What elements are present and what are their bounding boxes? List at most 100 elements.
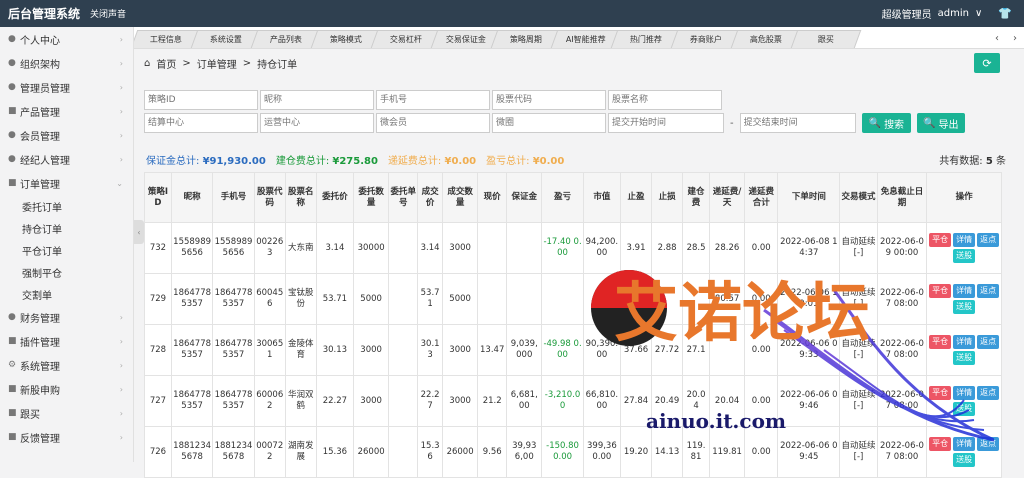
top-navbar: 后台管理系统 关闭声音 超级管理员 admin ∨ 👕 [0,0,1024,27]
details-button[interactable]: 详情 [953,437,976,451]
refresh-button[interactable]: ⟳ [974,53,1000,73]
table-cell: -3,210.00 [541,375,584,427]
tab-item[interactable]: 跟买 [790,30,862,48]
chevron-right-icon: › [119,336,123,346]
table-cell: 2022-06-07 08:00 [876,273,928,325]
table-cell: 28.26 [708,222,746,274]
bonus-share-button[interactable]: 送股 [953,249,976,263]
sidebar-sub-position[interactable]: 持仓订单 [0,217,133,239]
sidebar-sub-entrust[interactable]: 委托订单 [0,195,133,217]
summary-bar: 保证金总计: ¥91,930.00 建仓费总计: ¥275.80 递延费总计: … [146,156,1006,167]
sidebar-item-system[interactable]: ⚙ 系统管理 › [0,353,133,377]
settlement-center-input[interactable] [144,113,258,133]
table-cell: 000722 [253,426,286,478]
sidebar-sub-delivery[interactable]: 交割单 [0,283,133,305]
micro-circle-input[interactable] [492,113,606,133]
table-cell: 5000 [353,273,390,325]
chevron-down-icon[interactable]: ∨ [975,8,982,19]
doc-icon: ■ [8,178,17,188]
column-header: 操作 [926,172,1002,223]
table-cell: 27.1 [682,324,710,376]
phone-input[interactable] [376,90,490,110]
shirt-icon[interactable]: 👕 [998,7,1012,20]
column-header: 现价 [477,172,508,223]
bonus-share-button[interactable]: 送股 [953,402,976,416]
details-button[interactable]: 详情 [953,284,976,298]
table-cell: 3000 [442,375,479,427]
sidebar-sub-forced[interactable]: 强制平仓 [0,261,133,283]
rebate-button[interactable]: 返点 [977,386,1000,400]
start-time-input[interactable] [608,113,724,133]
doc-icon: ■ [8,432,17,442]
close-position-button[interactable]: 平仓 [929,284,952,298]
strategy-id-input[interactable] [144,90,258,110]
username[interactable]: admin [938,8,969,19]
details-button[interactable]: 详情 [953,233,976,247]
table-cell: 18647785357 [212,324,255,376]
table-cell: 300651 [253,324,286,376]
table-cell: 大东南 [284,222,317,274]
table-cell: 27.84 [619,375,653,427]
user-menu[interactable]: 超级管理员 admin ∨ 👕 [882,6,1012,21]
column-header: 手机号 [212,172,255,223]
sidebar-item-feedback[interactable]: ■ 反馈管理 › [0,425,133,449]
export-button[interactable]: 🔍 导出 [917,113,965,133]
column-header: 递延费合计 [744,172,779,223]
sidebar-item-member[interactable]: ● 会员管理 › [0,123,133,147]
table-cell: 0.00 [744,273,779,325]
table-cell: 90,390.00 [582,324,622,376]
actions-cell: 平仓 详情 返点 送股 [926,222,1002,274]
column-header: 递延费/天 [708,172,746,223]
close-position-button[interactable]: 平仓 [929,233,952,247]
table-cell: 20.04 [682,375,710,427]
stock-code-input[interactable] [492,90,606,110]
filter-panel: - 🔍搜索 🔍导出 [144,90,1004,136]
table-cell: 0.00 [744,375,779,427]
breadcrumb-home[interactable]: 首页 [156,56,176,71]
bonus-share-button[interactable]: 送股 [953,300,976,314]
rebate-button[interactable]: 返点 [977,284,1000,298]
rebate-button[interactable]: 返点 [977,233,1000,247]
tab-scroll-left-icon[interactable]: ‹ [988,27,1006,48]
sidebar-item-admin[interactable]: ● 管理员管理 › [0,75,133,99]
table-cell: 0.00 [744,426,779,478]
sidebar-item-plugin[interactable]: ■ 插件管理 › [0,329,133,353]
bonus-share-button[interactable]: 送股 [953,351,976,365]
table-cell: 21.2 [477,375,508,427]
breadcrumb-level1[interactable]: 订单管理 [197,56,237,71]
sidebar-item-org[interactable]: ● 组织架构 › [0,51,133,75]
sidebar-sub-closed[interactable]: 平仓订单 [0,239,133,261]
sidebar-item-finance[interactable]: ● 财务管理 › [0,305,133,329]
sidebar-collapse-button[interactable]: ‹ [134,220,144,244]
operation-center-input[interactable] [260,113,374,133]
table-cell: 002263 [253,222,286,274]
sidebar-item-follow[interactable]: ■ 跟买 › [0,401,133,425]
sidebar-item-product[interactable]: ■ 产品管理 › [0,99,133,123]
table-cell [582,273,622,325]
bonus-share-button[interactable]: 送股 [953,453,976,467]
table-cell: 22.27 [315,375,355,427]
home-icon[interactable]: ⌂ [144,58,150,69]
close-position-button[interactable]: 平仓 [929,386,952,400]
table-cell: 15.36 [417,426,444,478]
sidebar-item-broker[interactable]: ● 经纪人管理 › [0,147,133,171]
end-time-input[interactable] [739,113,856,133]
nickname-input[interactable] [260,90,374,110]
sidebar-item-ipo[interactable]: ■ 新股申购 › [0,377,133,401]
rebate-button[interactable]: 返点 [977,437,1000,451]
search-button[interactable]: 🔍 搜索 [861,113,912,133]
micro-member-input[interactable] [376,113,490,133]
close-position-button[interactable]: 平仓 [929,335,952,349]
tab-bar: 工程信息 系统设置 产品列表 策略模式 交易杠杆 交易保证金 策略周期 AI智能… [134,27,1024,49]
table-cell: 732 [144,222,172,274]
actions-cell: 平仓 详情 返点 送股 [926,426,1002,478]
details-button[interactable]: 详情 [953,335,976,349]
tab-scroll-right-icon[interactable]: › [1006,27,1024,48]
close-position-button[interactable]: 平仓 [929,437,952,451]
stock-name-input[interactable] [608,90,722,110]
sidebar-item-order[interactable]: ■ 订单管理 ⌄ [0,171,133,195]
sidebar-item-personal[interactable]: ● 个人中心 › [0,27,133,51]
mute-sound-link[interactable]: 关闭声音 [90,7,126,20]
details-button[interactable]: 详情 [953,386,976,400]
rebate-button[interactable]: 返点 [977,335,1000,349]
